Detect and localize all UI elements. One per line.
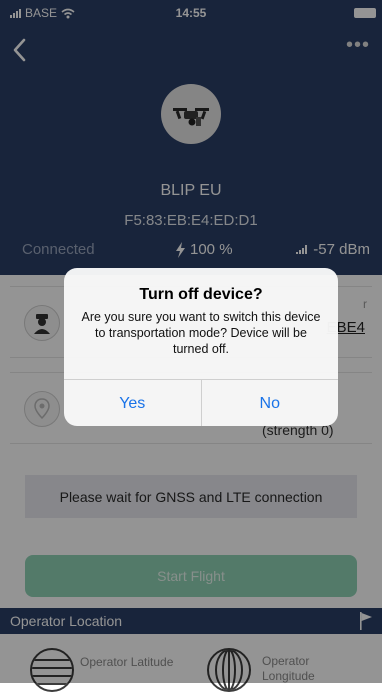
- dialog-yes-button[interactable]: Yes: [64, 380, 201, 426]
- turn-off-device-dialog: Turn off device? Are you sure you want t…: [64, 268, 338, 426]
- dialog-title: Turn off device?: [139, 286, 263, 303]
- dialog-actions: Yes No: [64, 379, 338, 426]
- dialog-message: Are you sure you want to switch this dev…: [81, 310, 321, 356]
- dialog-no-button[interactable]: No: [200, 380, 339, 426]
